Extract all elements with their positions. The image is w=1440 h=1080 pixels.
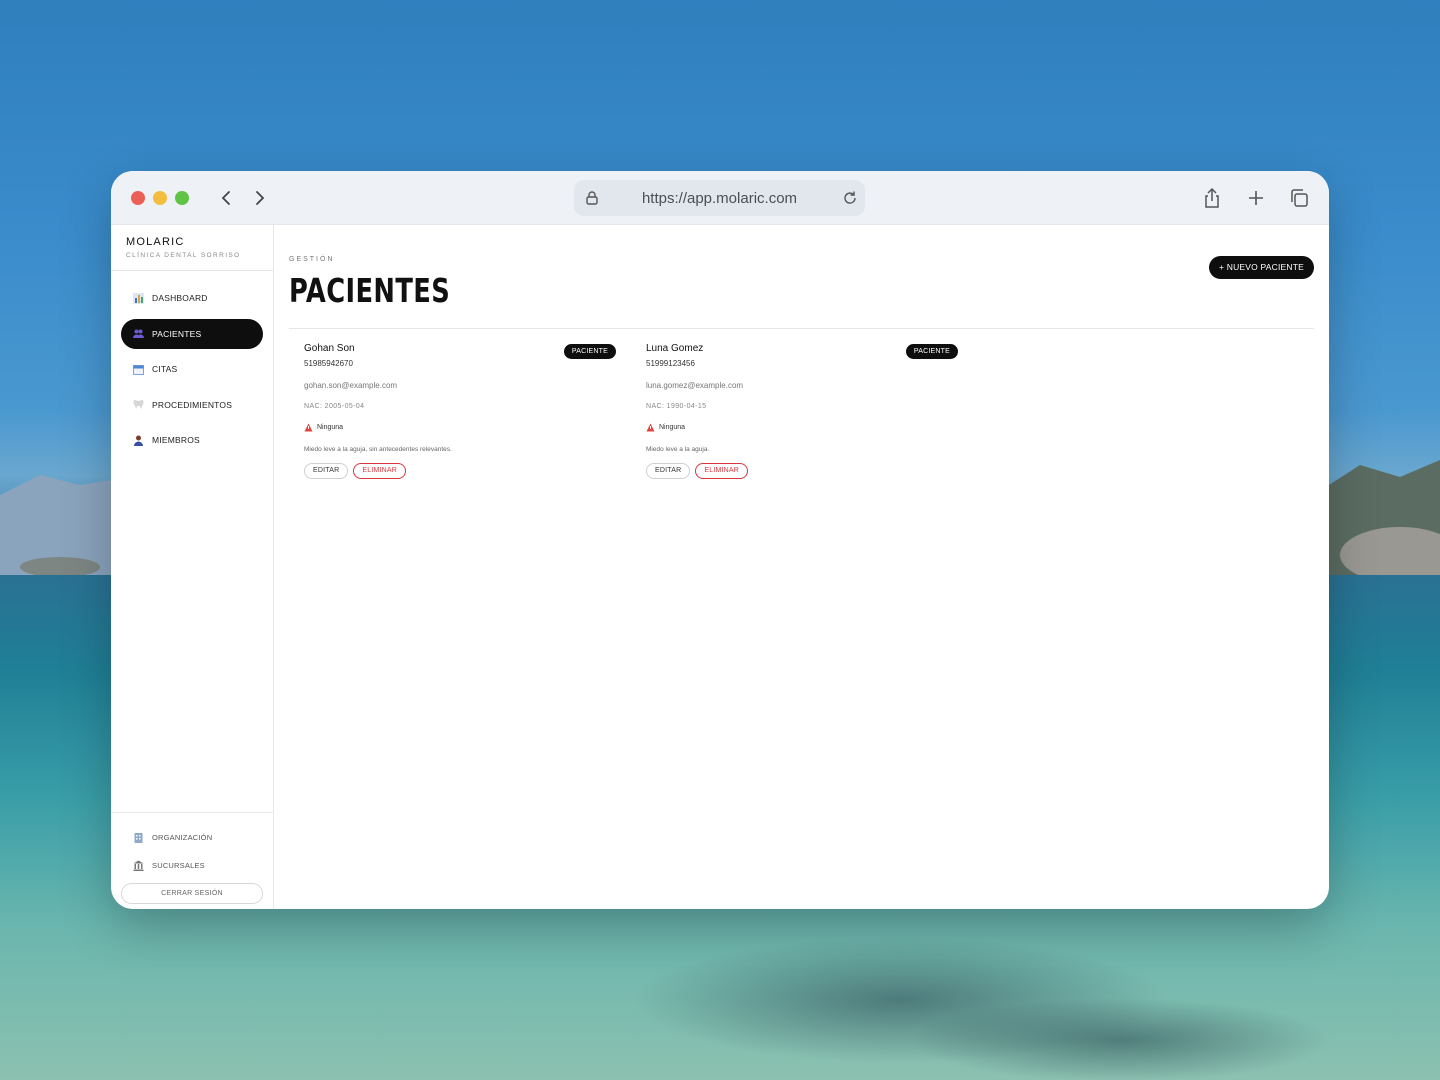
sidebar: MOLARIC CLÍNICA DENTAL SORRISO DASHBOARD… — [111, 225, 274, 909]
reload-icon[interactable] — [841, 189, 859, 207]
brand-subtitle: CLÍNICA DENTAL SORRISO — [126, 252, 241, 259]
patient-list: Gohan Son PACIENTE 51985942670 gohan.son… — [304, 343, 988, 479]
patient-allergy: Ninguna — [304, 423, 616, 432]
patient-phone: 51999123456 — [646, 359, 695, 368]
edit-button[interactable]: EDITAR — [304, 463, 349, 479]
user-icon — [134, 435, 143, 446]
delete-button[interactable]: ELIMINAR — [353, 463, 407, 479]
main-content: GESTIÓN PACIENTES + NUEVO PACIENTE Gohan… — [274, 225, 1329, 909]
patient-note: Miedo leve a la aguja. — [646, 446, 710, 453]
sidebar-item-pacientes[interactable]: PACIENTES — [121, 318, 263, 349]
people-icon — [133, 329, 144, 338]
bank-icon — [133, 860, 144, 871]
sidebar-item-label: MIEMBROS — [152, 435, 200, 445]
browser-window: https://app.molaric.com MOLARIC CLÍNICA … — [111, 171, 1329, 909]
back-icon[interactable] — [216, 187, 238, 209]
patient-birthdate: NAC: 1990-04-15 — [646, 403, 707, 410]
sidebar-item-miembros[interactable]: MIEMBROS — [121, 425, 263, 455]
address-bar[interactable]: https://app.molaric.com — [574, 180, 865, 216]
minimize-window-button[interactable] — [153, 191, 167, 205]
sidebar-item-citas[interactable]: CITAS — [121, 354, 263, 384]
logout-button[interactable]: CERRAR SESIÓN — [121, 883, 263, 904]
card-actions: EDITAR ELIMINAR — [646, 463, 958, 479]
page-title: PACIENTES — [289, 271, 451, 310]
patient-phone: 51985942670 — [304, 359, 353, 368]
sidebar-item-label: PROCEDIMIENTOS — [152, 399, 233, 410]
sidebar-item-dashboard[interactable]: DASHBOARD — [121, 283, 263, 313]
sidebar-item-label: ORGANIZACIÓN — [152, 832, 213, 842]
building-icon — [134, 832, 143, 843]
patient-allergy: Ninguna — [646, 423, 958, 432]
card-actions: EDITAR ELIMINAR — [304, 463, 616, 479]
browser-toolbar: https://app.molaric.com — [111, 171, 1329, 225]
sidebar-item-organizacion[interactable]: ORGANIZACIÓN — [111, 823, 273, 851]
sidebar-item-sucursales[interactable]: SUCURSALES — [111, 851, 273, 879]
chart-icon — [133, 292, 144, 304]
share-icon[interactable] — [1201, 187, 1223, 209]
status-badge: PACIENTE — [563, 344, 616, 359]
allergy-icon — [646, 423, 655, 432]
status-badge: PACIENTE — [905, 344, 958, 359]
sidebar-footer: ORGANIZACIÓN SUCURSALES CERRAR SESIÓN — [111, 812, 273, 904]
patient-card: Gohan Son PACIENTE 51985942670 gohan.son… — [304, 343, 616, 479]
app-content: MOLARIC CLÍNICA DENTAL SORRISO DASHBOARD… — [111, 225, 1329, 909]
new-tab-icon[interactable] — [1245, 187, 1267, 209]
sidebar-item-label: CITAS — [152, 364, 178, 374]
patient-birthdate: NAC: 2005-05-04 — [304, 403, 365, 410]
maximize-window-button[interactable] — [175, 191, 189, 205]
allergy-text: Ninguna — [317, 424, 344, 431]
calendar-icon — [133, 364, 144, 375]
patient-note: Miedo leve a la aguja, sin antecedentes … — [304, 446, 452, 453]
sidebar-item-label: PACIENTES — [152, 328, 202, 339]
new-patient-button[interactable]: + NUEVO PACIENTE — [1209, 256, 1314, 279]
sidebar-item-label: SUCURSALES — [152, 860, 205, 870]
tooth-icon — [133, 400, 144, 409]
sidebar-nav: DASHBOARD PACIENTES CITAS PROCEDIMIENTOS… — [111, 271, 273, 455]
allergy-icon — [304, 423, 313, 432]
edit-button[interactable]: EDITAR — [646, 463, 691, 479]
patient-email: gohan.son@example.com — [304, 381, 398, 390]
forward-icon[interactable] — [248, 187, 270, 209]
brand-name: MOLARIC — [126, 236, 185, 248]
divider — [289, 328, 1314, 329]
tabs-overview-icon[interactable] — [1288, 187, 1310, 209]
close-window-button[interactable] — [131, 191, 145, 205]
brand-block: MOLARIC CLÍNICA DENTAL SORRISO — [111, 225, 273, 271]
sidebar-item-procedimientos[interactable]: PROCEDIMIENTOS — [121, 390, 263, 420]
delete-button[interactable]: ELIMINAR — [695, 463, 749, 479]
patient-card: Luna Gomez PACIENTE 51999123456 luna.gom… — [646, 343, 958, 479]
allergy-text: Ninguna — [659, 424, 686, 431]
url-text: https://app.molaric.com — [641, 190, 798, 207]
sidebar-item-label: DASHBOARD — [152, 293, 208, 303]
patient-email: luna.gomez@example.com — [646, 381, 744, 390]
section-label: GESTIÓN — [289, 256, 335, 263]
